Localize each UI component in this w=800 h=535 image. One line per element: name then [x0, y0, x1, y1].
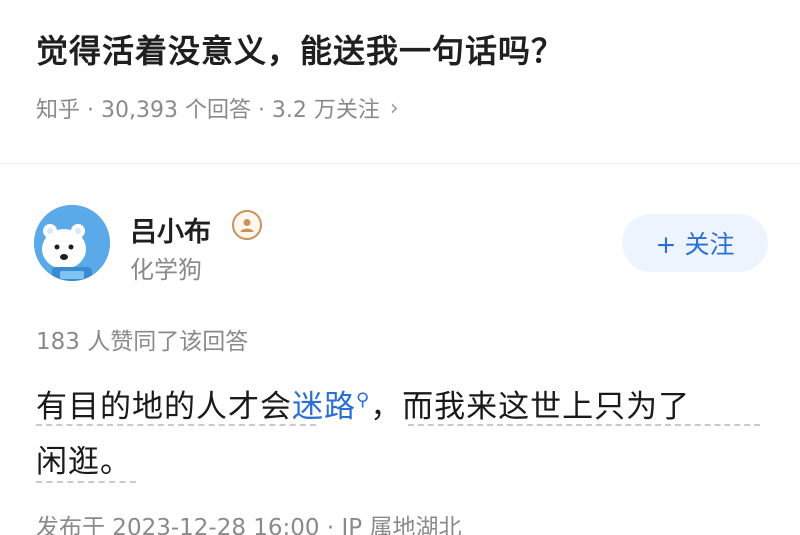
dashed-underline: [36, 424, 316, 426]
answer-text-line-2: 闲逛。: [36, 444, 132, 480]
vote-count[interactable]: 183 人赞同了该回答: [36, 322, 248, 356]
answer-text-before-keyword: 有目的地的人才会: [36, 389, 292, 425]
question-meta-text: 知乎 · 30,393 个回答 · 3.2 万关注: [36, 98, 380, 123]
dashed-underline: [36, 481, 136, 483]
keyword-text[interactable]: 迷路: [292, 389, 356, 425]
divider: [0, 163, 800, 164]
polar-bear-avatar-icon: [34, 205, 110, 281]
user-badge-icon[interactable]: [232, 210, 262, 240]
answer-text-after-keyword: ，而我来这世上只为了: [370, 389, 691, 425]
dashed-underline: [408, 424, 760, 426]
keyword-link[interactable]: 迷路⚲: [292, 389, 370, 425]
answer-text-line-1: 有目的地的人才会迷路⚲，而我来这世上只为了: [36, 381, 690, 426]
author-headline: 化学狗: [130, 256, 202, 284]
chevron-right-icon[interactable]: ›: [390, 96, 399, 121]
follow-button[interactable]: + 关注: [622, 214, 768, 272]
avatar[interactable]: [34, 205, 110, 281]
author-name[interactable]: 吕小布: [130, 210, 211, 249]
question-title[interactable]: 觉得活着没意义，能送我一句话吗？: [36, 26, 564, 72]
question-meta[interactable]: 知乎 · 30,393 个回答 · 3.2 万关注 ›: [36, 92, 399, 124]
search-icon[interactable]: ⚲: [356, 390, 370, 411]
post-meta: 发布于 2023-12-28 16:00 · IP 属地湖北: [36, 515, 462, 535]
